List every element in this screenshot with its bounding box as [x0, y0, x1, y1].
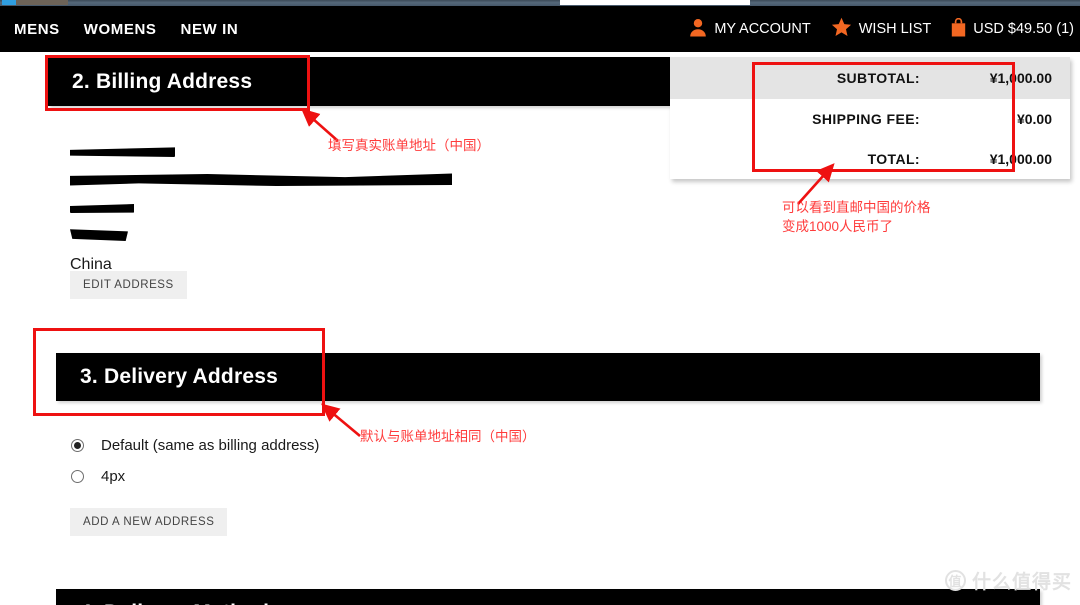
section-header-delivery-method: 4. Delivery Method [56, 589, 1040, 605]
star-icon [831, 17, 852, 41]
primary-nav: MENS WOMENS NEW IN [14, 6, 238, 52]
browser-tab-accent [2, 0, 16, 5]
delivery-option-default[interactable]: Default (same as billing address) [71, 437, 319, 454]
annotation-text-billing: 填写真实账单地址（中国） [328, 138, 490, 153]
my-account-link[interactable]: MY ACCOUNT [689, 18, 811, 41]
redacted-address-line-4 [70, 229, 128, 241]
wish-list-link[interactable]: WISH LIST [831, 17, 932, 41]
total-value: ¥1,000.00 [989, 151, 1052, 167]
order-summary-panel: SUBTOTAL: ¥1,000.00 SHIPPING FEE: ¥0.00 … [670, 57, 1070, 179]
edit-address-button[interactable]: EDIT ADDRESS [70, 271, 187, 299]
my-account-label: MY ACCOUNT [714, 21, 811, 37]
subtotal-value: ¥1,000.00 [989, 70, 1052, 86]
browser-tab-active [560, 0, 750, 5]
delivery-option-4px-label: 4px [101, 468, 126, 485]
page-root: MENS WOMENS NEW IN MY ACCOUNT WISH LIST … [0, 0, 1080, 605]
cart-total-label: USD $49.50 (1) [973, 21, 1074, 37]
redacted-address-line-2 [70, 173, 452, 186]
shipping-fee-label: SHIPPING FEE: [812, 111, 920, 127]
nav-link-mens[interactable]: MENS [14, 21, 60, 38]
nav-link-new-in[interactable]: NEW IN [181, 21, 239, 38]
browser-tab-inactive [16, 0, 68, 5]
radio-unselected-icon[interactable] [71, 470, 84, 483]
watermark-badge-icon: 值 [944, 570, 966, 591]
watermark-text: 什么值得买 [971, 572, 1072, 593]
subtotal-label: SUBTOTAL: [836, 70, 920, 86]
summary-row-subtotal: SUBTOTAL: ¥1,000.00 [670, 57, 1070, 99]
radio-selected-icon[interactable] [71, 439, 84, 452]
section-header-billing-address: 2. Billing Address [48, 57, 670, 106]
annotation-text-delivery: 默认与账单地址相同（中国） [360, 429, 536, 444]
billing-address-heading: 2. Billing Address [72, 69, 253, 93]
summary-row-total: TOTAL: ¥1,000.00 [670, 139, 1070, 179]
total-label: TOTAL: [867, 151, 920, 167]
delivery-option-default-label: Default (same as billing address) [101, 437, 320, 454]
summary-row-shipping-fee: SHIPPING FEE: ¥0.00 [670, 99, 1070, 139]
delivery-option-4px[interactable]: 4px [71, 468, 125, 485]
utility-nav: MY ACCOUNT WISH LIST USD $49.50 (1) [689, 6, 1074, 52]
shopping-bag-icon [951, 17, 966, 41]
redacted-address-line-1 [70, 147, 175, 157]
add-a-new-address-button[interactable]: ADD A NEW ADDRESS [70, 508, 228, 536]
delivery-method-heading: 4. Delivery Method [56, 601, 269, 605]
section-header-delivery-address: 3. Delivery Address [56, 353, 1040, 401]
site-top-navigation: MENS WOMENS NEW IN MY ACCOUNT WISH LIST … [0, 6, 1080, 52]
cart-link[interactable]: USD $49.50 (1) [951, 17, 1074, 41]
watermark: 值 什么值得买 [944, 567, 1072, 594]
user-icon [689, 18, 707, 41]
wish-list-label: WISH LIST [858, 21, 932, 37]
delivery-address-heading: 3. Delivery Address [80, 365, 278, 388]
annotation-text-summary: 可以看到直邮中国的价格 变成1000人民币了 [782, 200, 931, 234]
billing-address-details: China [70, 140, 490, 274]
nav-link-womens[interactable]: WOMENS [84, 21, 157, 38]
shipping-fee-value: ¥0.00 [1016, 111, 1052, 127]
redacted-address-line-3 [70, 204, 134, 213]
